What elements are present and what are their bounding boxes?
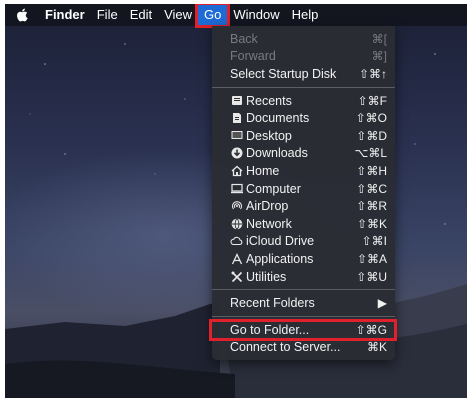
menu-item-shortcut: ⇧⌘A bbox=[356, 251, 387, 266]
utilities-icon bbox=[230, 271, 243, 283]
menu-item-shortcut: ⌘K bbox=[366, 340, 387, 355]
menu-item-shortcut: ⇧⌘R bbox=[356, 199, 387, 214]
menu-item-label: Connect to Server... bbox=[230, 340, 341, 355]
menu-item-label: Utilities bbox=[246, 269, 287, 284]
apple-icon bbox=[17, 8, 28, 22]
go-menu-dropdown: Back ⌘[ Forward ⌘] Select Startup Disk ⇧… bbox=[209, 26, 397, 361]
menu-window[interactable]: Window bbox=[227, 4, 285, 26]
menu-go[interactable]: Go bbox=[198, 4, 228, 26]
menu-item-shortcut: ⇧⌘F bbox=[357, 93, 387, 108]
menu-item-computer[interactable]: Computer ⇧⌘C bbox=[212, 180, 395, 198]
menu-item-label: Home bbox=[246, 163, 280, 178]
menu-file[interactable]: File bbox=[91, 4, 124, 26]
menu-item-label: Computer bbox=[246, 181, 301, 196]
menu-item-label: Recents bbox=[246, 93, 292, 108]
menu-bar: Finder File Edit View Go Window Help bbox=[5, 4, 467, 28]
icloud-icon bbox=[230, 235, 243, 247]
menu-item-shortcut: ⇧⌘H bbox=[356, 163, 387, 178]
menu-item-label: Forward bbox=[230, 49, 276, 64]
menu-item-home[interactable]: Home ⇧⌘H bbox=[212, 162, 395, 180]
menu-item-label: Applications bbox=[246, 251, 314, 266]
menu-edit[interactable]: Edit bbox=[124, 4, 158, 26]
documents-icon bbox=[230, 112, 243, 124]
menu-item-documents[interactable]: Documents ⇧⌘O bbox=[212, 109, 395, 127]
menu-item-label: Documents bbox=[246, 111, 310, 126]
menu-item-label: Recent Folders bbox=[230, 296, 315, 311]
menu-go-wrapper: Go bbox=[195, 4, 231, 28]
menu-separator bbox=[212, 289, 395, 291]
menu-item-downloads[interactable]: Downloads ⌥⌘L bbox=[212, 145, 395, 163]
menu-item-select-startup-disk[interactable]: Select Startup Disk ⇧⌘↑ bbox=[212, 65, 395, 83]
menu-item-shortcut: ⇧⌘G bbox=[355, 322, 387, 337]
menu-item-label: iCloud Drive bbox=[246, 234, 315, 249]
airdrop-icon bbox=[230, 200, 243, 212]
desktop-icon bbox=[230, 130, 243, 142]
menu-item-connect-to-server[interactable]: Connect to Server... ⌘K bbox=[212, 339, 395, 357]
menu-item-shortcut: ⇧⌘C bbox=[356, 181, 387, 196]
menu-item-shortcut: ⌥⌘L bbox=[354, 146, 387, 161]
desktop: Finder File Edit View Go Window Help Bac… bbox=[5, 4, 467, 398]
menu-view[interactable]: View bbox=[158, 4, 198, 26]
menu-item-utilities[interactable]: Utilities ⇧⌘U bbox=[212, 268, 395, 286]
home-icon bbox=[230, 165, 243, 177]
menu-item-label: Network bbox=[246, 216, 292, 231]
recents-icon bbox=[230, 95, 243, 107]
menu-separator bbox=[212, 315, 395, 317]
applications-icon bbox=[230, 252, 243, 265]
computer-icon bbox=[230, 183, 243, 195]
menu-item-applications[interactable]: Applications ⇧⌘A bbox=[212, 250, 395, 268]
menu-item-label: AirDrop bbox=[246, 199, 289, 214]
menu-item-label: Go to Folder... bbox=[230, 322, 310, 337]
menu-item-desktop[interactable]: Desktop ⇧⌘D bbox=[212, 127, 395, 145]
menu-finder[interactable]: Finder bbox=[39, 4, 91, 26]
menu-item-label: Back bbox=[230, 31, 258, 46]
menu-item-recent-folders[interactable]: Recent Folders ▶ bbox=[212, 294, 395, 312]
menu-item-recents[interactable]: Recents ⇧⌘F bbox=[212, 92, 395, 110]
submenu-arrow-icon: ▶ bbox=[377, 296, 387, 311]
menu-item-airdrop[interactable]: AirDrop ⇧⌘R bbox=[212, 197, 395, 215]
menu-item-forward[interactable]: Forward ⌘] bbox=[212, 48, 395, 66]
menu-item-icloud-drive[interactable]: iCloud Drive ⇧⌘I bbox=[212, 233, 395, 251]
downloads-icon bbox=[230, 147, 243, 159]
menu-item-shortcut: ⇧⌘D bbox=[356, 128, 387, 143]
menu-item-shortcut: ⇧⌘O bbox=[355, 111, 387, 126]
menu-item-back[interactable]: Back ⌘[ bbox=[212, 30, 395, 48]
menu-item-shortcut: ⇧⌘I bbox=[361, 234, 387, 249]
menu-item-label: Select Startup Disk bbox=[230, 66, 337, 81]
menu-help[interactable]: Help bbox=[286, 4, 325, 26]
menu-item-shortcut: ⇧⌘U bbox=[356, 269, 387, 284]
menu-item-network[interactable]: Network ⇧⌘K bbox=[212, 215, 395, 233]
menu-item-shortcut: ⇧⌘K bbox=[356, 216, 387, 231]
menu-item-shortcut: ⌘] bbox=[371, 49, 387, 64]
menu-item-label: Downloads bbox=[246, 146, 308, 161]
menu-item-label: Desktop bbox=[246, 128, 292, 143]
menu-item-shortcut: ⌘[ bbox=[371, 31, 387, 46]
apple-menu[interactable] bbox=[15, 4, 29, 26]
menu-separator bbox=[212, 86, 395, 88]
menu-item-go-to-folder[interactable]: Go to Folder... ⇧⌘G bbox=[209, 318, 397, 341]
menu-item-shortcut: ⇧⌘↑ bbox=[358, 66, 387, 81]
network-icon bbox=[230, 218, 243, 230]
